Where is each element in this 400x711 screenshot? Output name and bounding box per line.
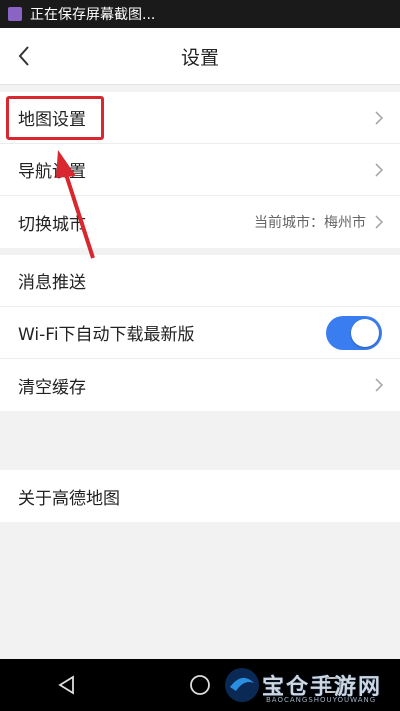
- nav-back-button[interactable]: [53, 671, 81, 699]
- triangle-back-icon: [57, 675, 74, 695]
- circle-home-icon: [190, 675, 210, 695]
- watermark-logo-icon: [225, 668, 259, 702]
- watermark-subtext: BAOCANGSHOUYOUWANG: [266, 696, 377, 704]
- annotation-arrow: [56, 150, 95, 259]
- nav-home-button[interactable]: [186, 671, 214, 699]
- watermark: 宝仓手游网 BAOCANGSHOUYOUWANG: [222, 660, 392, 710]
